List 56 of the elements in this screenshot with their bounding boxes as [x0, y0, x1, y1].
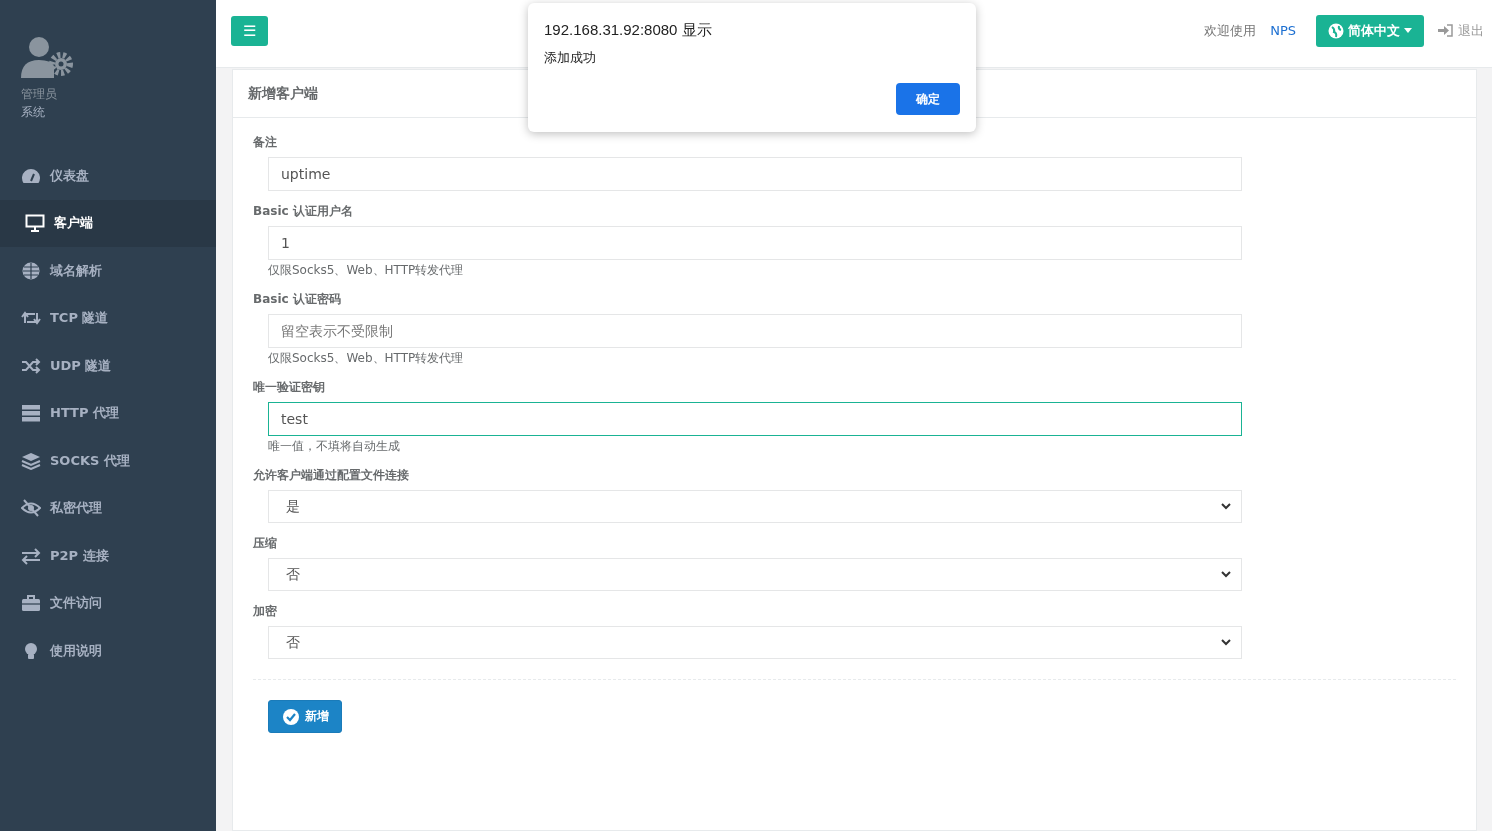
dialog-message: 添加成功 — [544, 49, 597, 67]
sidebar-item[interactable]: UDP 隧道 — [0, 342, 216, 390]
sidebar-item[interactable]: TCP 隧道 — [0, 294, 216, 342]
help-text: 仅限Socks5、Web、HTTP转发代理 — [268, 262, 465, 279]
sign-in-icon — [1438, 24, 1453, 37]
welcome-text: 欢迎使用 — [1204, 21, 1257, 40]
profile-name: 管理员 — [21, 86, 58, 103]
field-label: Basic 认证用户名 — [253, 203, 354, 220]
sidebar-item[interactable]: P2P 连接 — [0, 532, 216, 580]
globe-icon — [21, 261, 41, 280]
ok-button[interactable]: 确定 — [896, 83, 960, 115]
gauge-icon — [21, 166, 41, 185]
menu-button[interactable]: ☰ — [231, 15, 268, 46]
layers-icon — [21, 451, 41, 470]
chevron-down-icon — [1221, 571, 1231, 578]
eye-slash-icon — [21, 499, 41, 518]
help-text: 唯一值，不填将自动生成 — [268, 438, 401, 455]
sidebar-item[interactable]: SOCKS 代理 — [0, 437, 216, 485]
brand-link[interactable]: NPS — [1270, 23, 1296, 38]
field-label: 加密 — [253, 603, 278, 620]
select-field[interactable]: 否 — [268, 626, 1242, 659]
globe-icon — [1328, 22, 1344, 39]
add-button[interactable]: 新增 — [268, 700, 342, 733]
field-label: 允许客户端通过配置文件连接 — [253, 467, 410, 484]
sidebar-item[interactable]: 仪表盘 — [0, 152, 216, 200]
field-label: 唯一验证密钥 — [253, 379, 326, 396]
select-field[interactable]: 是 — [268, 490, 1242, 523]
help-text: 仅限Socks5、Web、HTTP转发代理 — [268, 350, 465, 367]
dialog-title: 192.168.31.92:8080 显示 — [544, 20, 713, 40]
field-label: 备注 — [253, 134, 278, 151]
shuffle-icon — [21, 356, 41, 375]
input-field[interactable]: 1 — [268, 226, 1242, 260]
input-field[interactable]: uptime — [268, 157, 1242, 191]
check-circle-icon — [283, 708, 299, 725]
briefcase-icon — [21, 594, 41, 613]
chevron-down-icon — [1221, 639, 1231, 646]
caret-icon — [1404, 28, 1412, 33]
sidebar-item[interactable]: 文件访问 — [0, 579, 216, 627]
field-label: 压缩 — [253, 535, 278, 552]
user-gear-icon — [21, 36, 75, 78]
select-field[interactable]: 否 — [268, 558, 1242, 591]
sidebar-item[interactable]: HTTP 代理 — [0, 389, 216, 437]
sidebar-item[interactable]: 使用说明 — [0, 627, 216, 675]
field-label: Basic 认证密码 — [253, 291, 342, 308]
logout-link[interactable]: 退出 — [1438, 21, 1484, 40]
sidebar-item[interactable]: 客户端 — [0, 199, 216, 247]
monitor-icon — [25, 214, 45, 233]
server-icon — [21, 404, 41, 423]
arrows-exchange-icon — [21, 546, 41, 565]
input-field[interactable]: test — [268, 402, 1242, 436]
chevron-down-icon — [1221, 503, 1231, 510]
sidebar-item[interactable]: 私密代理 — [0, 484, 216, 532]
profile-role: 系统 — [21, 104, 46, 121]
input-field[interactable]: 留空表示不受限制 — [268, 314, 1242, 348]
language-dropdown[interactable]: 简体中文 — [1316, 14, 1424, 47]
sidebar-item[interactable]: 域名解析 — [0, 247, 216, 295]
